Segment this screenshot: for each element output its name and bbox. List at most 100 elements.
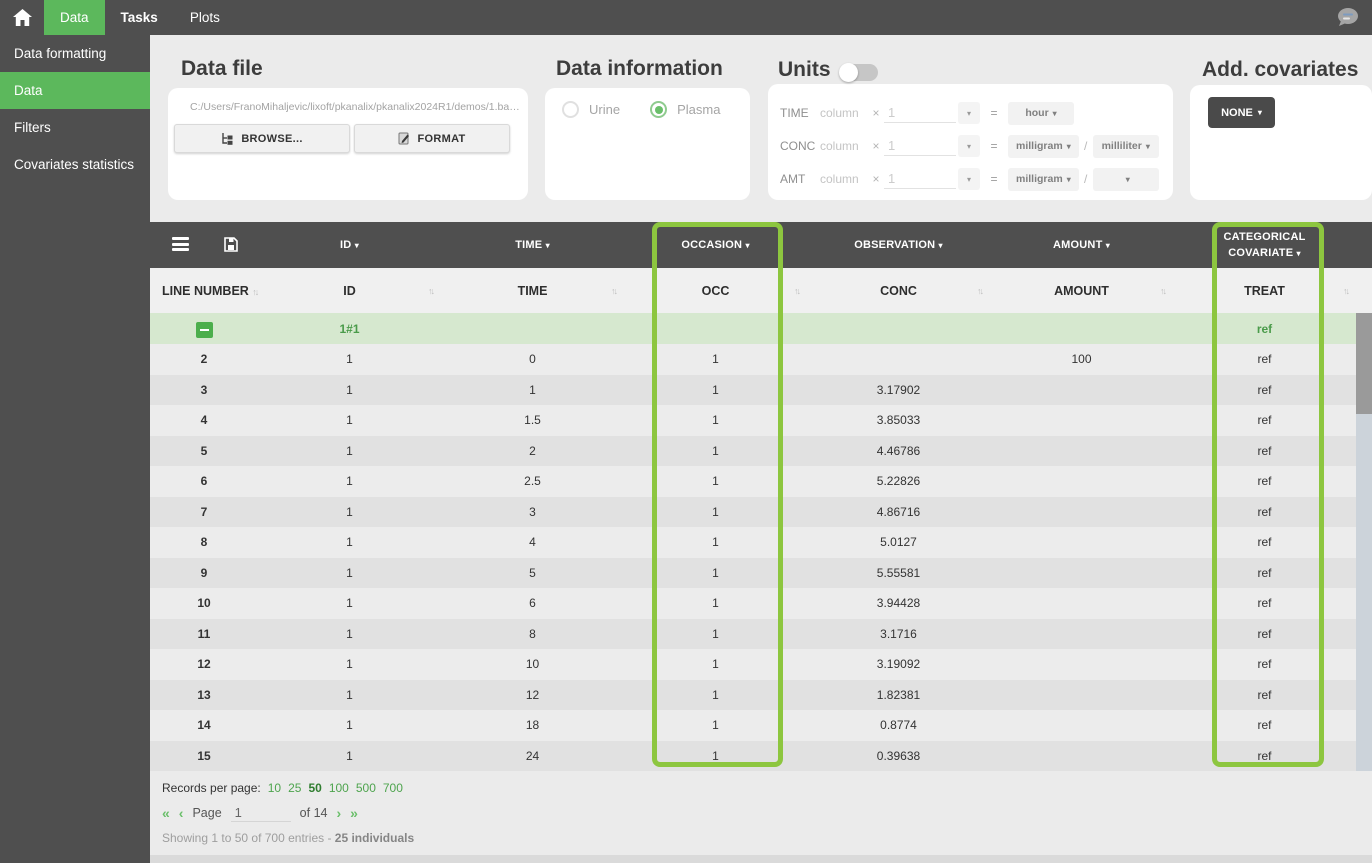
group-id-cell: 1#1 xyxy=(339,321,360,336)
first-page-button[interactable]: « xyxy=(162,805,170,821)
tab-plots[interactable]: Plots xyxy=(174,0,236,35)
cell-time: 4 xyxy=(529,535,536,550)
vertical-scrollbar[interactable] xyxy=(1356,313,1372,771)
cell-id: 1 xyxy=(346,382,353,397)
next-page-button[interactable]: › xyxy=(336,805,341,821)
column-amount: AMOUNT ↑↓ xyxy=(1054,283,1167,298)
urine-radio[interactable] xyxy=(562,101,579,118)
cell-occ: 1 xyxy=(712,413,719,428)
cell-line-number: 11 xyxy=(197,626,211,641)
sort-icon[interactable]: ↑↓ xyxy=(1160,286,1167,296)
header-dropdown-time[interactable]: TIME ▾ xyxy=(441,239,624,251)
cell-occ: 1 xyxy=(712,382,719,397)
cell-occ: 1 xyxy=(712,504,719,519)
header-dropdown-occasion[interactable]: OCCASION ▾ xyxy=(624,239,807,251)
column-conc: CONC ↑↓ xyxy=(880,283,984,298)
cell-time: 0 xyxy=(529,352,536,367)
conc-unit-numerator-dropdown[interactable]: milligram ▾ xyxy=(1008,134,1079,158)
home-icon xyxy=(12,9,32,26)
amt-unit-numerator: milligram xyxy=(1016,173,1063,185)
sidebar-item-data-formatting[interactable]: Data formatting xyxy=(0,35,150,72)
amt-slash: / xyxy=(1084,172,1088,186)
units-title: Units xyxy=(778,58,831,81)
time-factor-dropdown[interactable]: ▾ xyxy=(958,102,980,124)
data-file-title: Data file xyxy=(181,57,263,80)
table-row: 9 1 5 1 5.55581 ref xyxy=(150,557,1356,588)
time-factor-input[interactable] xyxy=(884,103,956,123)
covariates-none-dropdown[interactable]: NONE ▾ xyxy=(1208,97,1275,128)
home-button[interactable] xyxy=(0,0,44,35)
header-dropdown-amount[interactable]: AMOUNT ▾ xyxy=(990,239,1173,251)
amt-factor-input[interactable] xyxy=(884,169,956,189)
conc-unit-denominator-dropdown[interactable]: milliliter ▾ xyxy=(1092,134,1159,158)
save-icon[interactable] xyxy=(224,237,238,252)
amt-factor-dropdown[interactable]: ▾ xyxy=(958,168,980,190)
sidebar-item-data[interactable]: Data xyxy=(0,72,150,109)
menu-icon[interactable] xyxy=(172,237,189,251)
cell-line-number: 2 xyxy=(200,352,208,367)
feedback-button[interactable] xyxy=(1336,0,1372,35)
table-row: 4 1 1.5 1 3.85033 ref xyxy=(150,405,1356,436)
none-label: NONE xyxy=(1221,106,1253,119)
cell-treat: ref xyxy=(1257,626,1272,641)
column-occ: OCC ↑↓ xyxy=(701,283,801,298)
header-dropdown-categorical-covariate[interactable]: CATEGORICAL COVARIATE ▾ xyxy=(1173,229,1356,262)
footer-strip xyxy=(150,855,1372,863)
records-option-700[interactable]: 700 xyxy=(383,781,403,795)
cell-conc: 4.46786 xyxy=(876,443,921,458)
cell-treat: ref xyxy=(1257,596,1272,611)
sidebar-item-filters[interactable]: Filters xyxy=(0,109,150,146)
cell-line-number: 7 xyxy=(200,504,208,519)
tab-data[interactable]: Data xyxy=(44,0,105,35)
tab-tasks[interactable]: Tasks xyxy=(105,0,174,35)
time-unit-dropdown[interactable]: hour ▾ xyxy=(1008,101,1074,125)
sort-icon[interactable]: ↑↓ xyxy=(428,286,435,296)
format-button[interactable]: FORMAT xyxy=(354,124,510,153)
group-treat-cell: ref xyxy=(1256,321,1273,336)
amt-unit-numerator-dropdown[interactable]: milligram ▾ xyxy=(1008,167,1079,191)
cell-line-number: 4 xyxy=(200,413,208,428)
cell-time: 6 xyxy=(529,596,536,611)
records-option-500[interactable]: 500 xyxy=(356,781,376,795)
records-option-100[interactable]: 100 xyxy=(329,781,349,795)
records-per-page-label: Records per page: xyxy=(162,781,261,795)
browse-button[interactable]: BROWSE... xyxy=(174,124,350,153)
sort-icon[interactable]: ↑↓ xyxy=(794,286,801,296)
sort-icon[interactable]: ↑↓ xyxy=(1343,286,1350,296)
cell-time: 10 xyxy=(525,657,540,672)
cell-occ: 1 xyxy=(712,748,719,763)
amt-unit-denominator-dropdown[interactable]: ▾ xyxy=(1092,167,1159,191)
last-page-button[interactable]: » xyxy=(350,805,358,821)
cell-occ: 1 xyxy=(712,626,719,641)
prev-page-button[interactable]: ‹ xyxy=(179,805,184,821)
time-unit-value: hour xyxy=(1025,107,1049,119)
chat-bubble-icon xyxy=(1338,8,1358,26)
conc-factor-dropdown[interactable]: ▾ xyxy=(958,135,980,157)
header-dropdown-id[interactable]: ID ▾ xyxy=(258,239,441,251)
cell-occ: 1 xyxy=(712,535,719,550)
collapse-group-button[interactable] xyxy=(195,321,213,338)
conc-factor-input[interactable] xyxy=(884,136,956,156)
sort-icon[interactable]: ↑↓ xyxy=(252,287,259,297)
records-option-10[interactable]: 10 xyxy=(268,781,281,795)
cell-time: 8 xyxy=(529,626,536,641)
records-option-25[interactable]: 25 xyxy=(288,781,301,795)
units-toggle[interactable] xyxy=(839,63,878,82)
cell-line-number: 8 xyxy=(200,535,208,550)
page-navigation: « ‹ Page of 14 › » xyxy=(162,804,358,822)
amt-column-text: column xyxy=(820,172,859,186)
records-option-50[interactable]: 50 xyxy=(308,781,321,795)
page-number-input[interactable] xyxy=(230,804,291,822)
caret-down-icon: ▾ xyxy=(745,241,750,250)
time-multiply-sign: × xyxy=(872,106,880,120)
sort-icon[interactable]: ↑↓ xyxy=(611,286,618,296)
scrollbar-thumb[interactable] xyxy=(1356,313,1372,414)
sidebar-item-covariates-statistics[interactable]: Covariates statistics xyxy=(0,146,150,183)
table-row: 12 1 10 1 3.19092 ref xyxy=(150,649,1356,680)
header-dropdown-observation[interactable]: OBSERVATION ▾ xyxy=(807,239,990,251)
plasma-radio[interactable] xyxy=(650,101,668,118)
table-row: 3 1 1 1 3.17902 ref xyxy=(150,374,1356,405)
data-file-path: C:/Users/FranoMihaljevic/lixoft/pkanalix… xyxy=(190,101,520,113)
table-body: 1#1 ref 2 1 0 1 100 ref 3 1 1 1 3.17902 … xyxy=(150,313,1372,771)
sort-icon[interactable]: ↑↓ xyxy=(977,286,984,296)
